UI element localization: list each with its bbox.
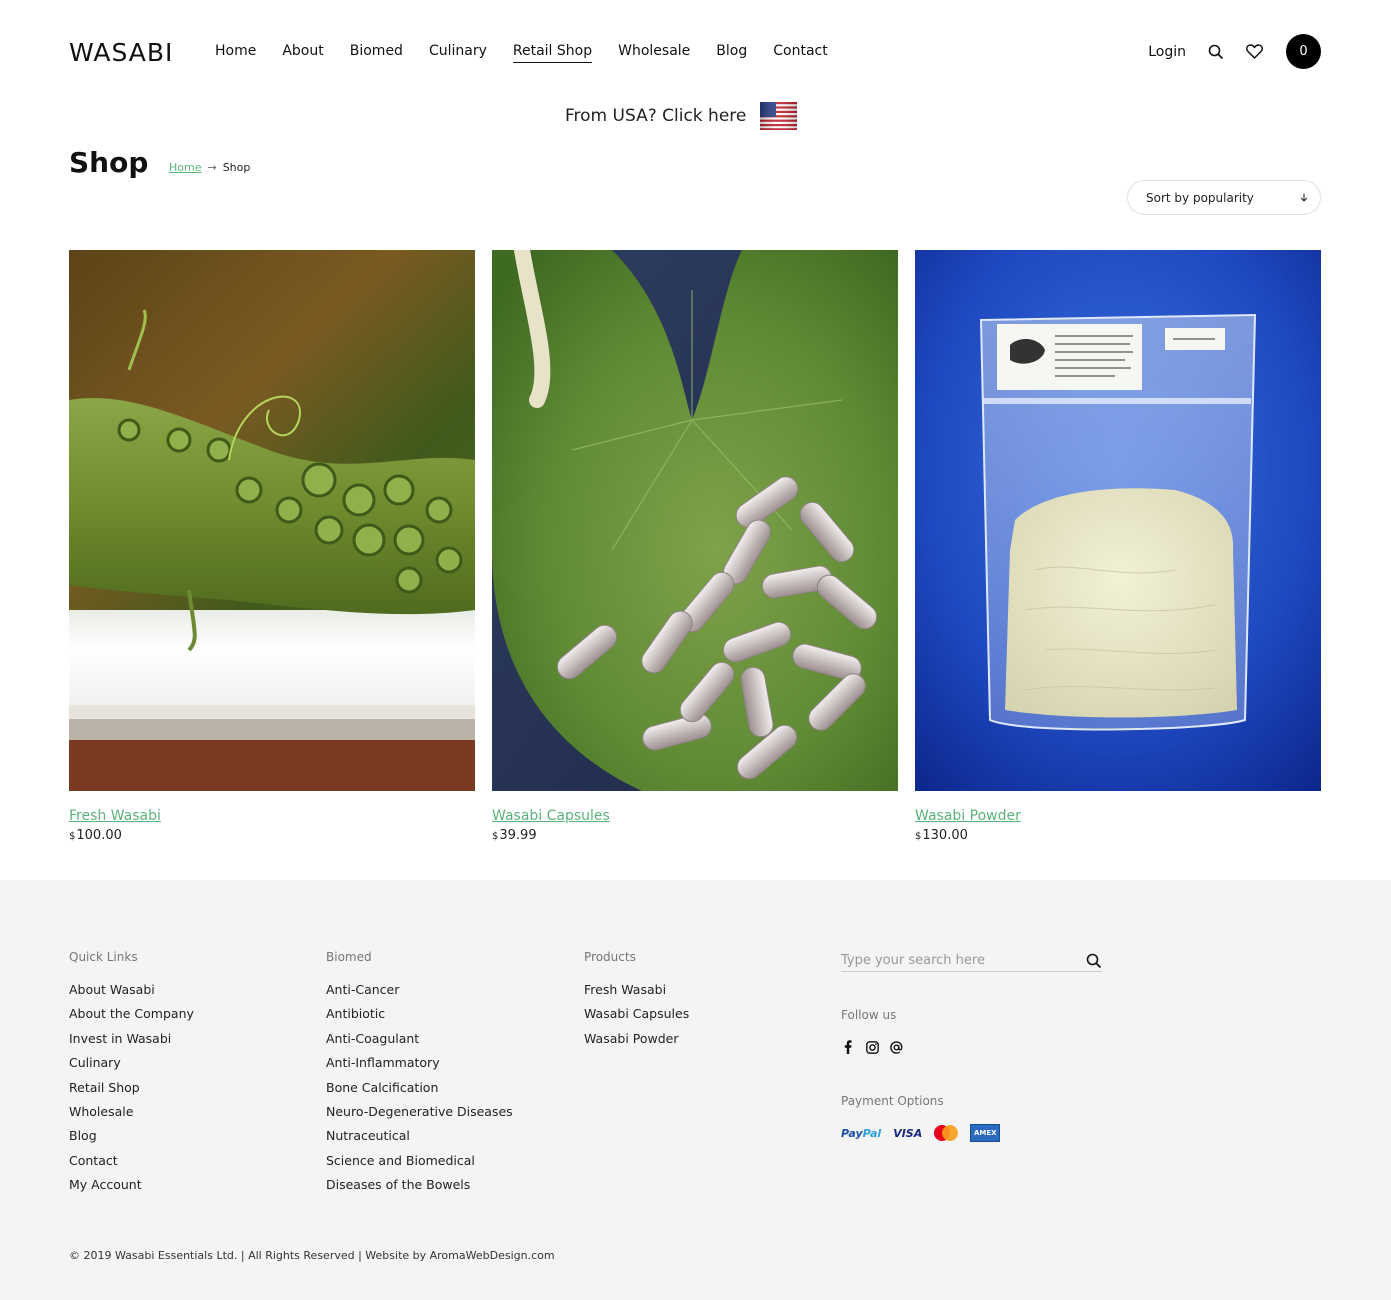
cart-button[interactable]: 0 xyxy=(1286,34,1321,69)
product-price: $39.99 xyxy=(492,828,537,843)
header-actions: Login 0 xyxy=(1148,34,1321,69)
heart-icon[interactable] xyxy=(1244,42,1264,62)
footer-link[interactable]: Wholesale xyxy=(69,1104,194,1128)
social-links xyxy=(841,1040,903,1054)
main-nav: Home About Biomed Culinary Retail Shop W… xyxy=(215,43,854,63)
follow-us-label: Follow us xyxy=(841,1008,897,1022)
paypal-icon: PayPal xyxy=(841,1126,882,1140)
visa-icon: VISA xyxy=(893,1126,923,1140)
sort-select-label: Sort by popularity xyxy=(1146,190,1254,205)
footer-link[interactable]: Wasabi Capsules xyxy=(584,1006,689,1030)
footer-link[interactable]: Diseases of the Bowels xyxy=(326,1177,513,1201)
footer-link[interactable]: Contact xyxy=(69,1153,194,1177)
product-card: Wasabi Powder $130.00 xyxy=(915,250,1321,843)
breadcrumb-home[interactable]: Home xyxy=(169,161,201,174)
footer-link[interactable]: Nutraceutical xyxy=(326,1128,513,1152)
facebook-icon[interactable] xyxy=(841,1040,855,1054)
copyright-text: © 2019 Wasabi Essentials Ltd. | All Righ… xyxy=(69,1249,555,1262)
site-footer: Quick Links About Wasabi About the Compa… xyxy=(0,880,1391,1300)
nav-about[interactable]: About xyxy=(282,43,323,63)
product-title[interactable]: Wasabi Powder xyxy=(915,808,1321,824)
search-icon[interactable] xyxy=(1206,42,1226,62)
footer-link[interactable]: About Wasabi xyxy=(69,982,194,1006)
us-flag-icon[interactable] xyxy=(760,96,798,136)
amex-icon: AMEX xyxy=(970,1124,1001,1142)
product-image-wasabi-capsules[interactable] xyxy=(492,250,898,791)
footer-link[interactable]: Culinary xyxy=(69,1055,194,1079)
footer-link[interactable]: Wasabi Powder xyxy=(584,1031,689,1055)
footer-link[interactable]: Anti-Inflammatory xyxy=(326,1055,513,1079)
payment-icons: PayPal VISA AMEX xyxy=(841,1124,1001,1142)
footer-products: Products Fresh Wasabi Wasabi Capsules Wa… xyxy=(584,950,689,1055)
nav-blog[interactable]: Blog xyxy=(716,43,747,63)
breadcrumb-current: Shop xyxy=(222,161,251,174)
footer-quick-links: Quick Links About Wasabi About the Compa… xyxy=(69,950,194,1202)
footer-link[interactable]: Science and Biomedical xyxy=(326,1153,513,1177)
breadcrumb: Home → Shop xyxy=(169,161,250,174)
footer-heading: Products xyxy=(584,950,636,964)
nav-retail-shop[interactable]: Retail Shop xyxy=(512,43,593,63)
site-logo[interactable]: WASABI xyxy=(69,38,173,67)
footer-link[interactable]: Antibiotic xyxy=(326,1006,513,1030)
sort-select[interactable]: Sort by popularity xyxy=(1127,180,1321,215)
footer-link[interactable]: Neuro-Degenerative Diseases xyxy=(326,1104,513,1128)
product-card: Fresh Wasabi $100.00 xyxy=(69,250,475,843)
footer-heading: Quick Links xyxy=(69,950,138,964)
product-image-fresh-wasabi[interactable] xyxy=(69,250,475,791)
product-price: $130.00 xyxy=(915,828,968,843)
mastercard-icon xyxy=(934,1125,959,1141)
footer-link[interactable]: Anti-Coagulant xyxy=(326,1031,513,1055)
footer-link[interactable]: Blog xyxy=(69,1128,194,1152)
product-image-wasabi-powder[interactable] xyxy=(915,250,1321,791)
search-icon[interactable] xyxy=(1086,953,1102,973)
product-title[interactable]: Fresh Wasabi xyxy=(69,808,475,824)
footer-link[interactable]: Anti-Cancer xyxy=(326,982,513,1006)
footer-link[interactable]: Fresh Wasabi xyxy=(584,982,689,1006)
footer-link[interactable]: Invest in Wasabi xyxy=(69,1031,194,1055)
nav-wholesale[interactable]: Wholesale xyxy=(618,43,690,63)
usa-banner[interactable]: From USA? Click here xyxy=(565,96,798,136)
instagram-icon[interactable] xyxy=(865,1040,879,1054)
nav-biomed[interactable]: Biomed xyxy=(350,43,403,63)
login-link[interactable]: Login xyxy=(1148,44,1186,60)
usa-banner-text[interactable]: From USA? Click here xyxy=(565,106,746,126)
product-title[interactable]: Wasabi Capsules xyxy=(492,808,898,824)
footer-search-placeholder: Type your search here xyxy=(841,953,985,968)
product-card: Wasabi Capsules $39.99 xyxy=(492,250,898,843)
email-icon[interactable] xyxy=(889,1040,903,1054)
payment-options-label: Payment Options xyxy=(841,1094,944,1108)
footer-search-input[interactable]: Type your search here xyxy=(841,948,1102,972)
nav-culinary[interactable]: Culinary xyxy=(429,43,487,63)
nav-contact[interactable]: Contact xyxy=(773,43,827,63)
nav-home[interactable]: Home xyxy=(215,43,256,63)
product-price: $100.00 xyxy=(69,828,122,843)
chevron-down-icon xyxy=(1300,191,1308,205)
footer-link[interactable]: Bone Calcification xyxy=(326,1080,513,1104)
breadcrumb-arrow-icon: → xyxy=(207,161,217,174)
page-title: Shop xyxy=(69,146,149,179)
footer-link[interactable]: About the Company xyxy=(69,1006,194,1030)
footer-link[interactable]: Retail Shop xyxy=(69,1080,194,1104)
footer-biomed: Biomed Anti-Cancer Antibiotic Anti-Coagu… xyxy=(326,950,513,1202)
footer-link[interactable]: My Account xyxy=(69,1177,194,1201)
footer-heading: Biomed xyxy=(326,950,372,964)
